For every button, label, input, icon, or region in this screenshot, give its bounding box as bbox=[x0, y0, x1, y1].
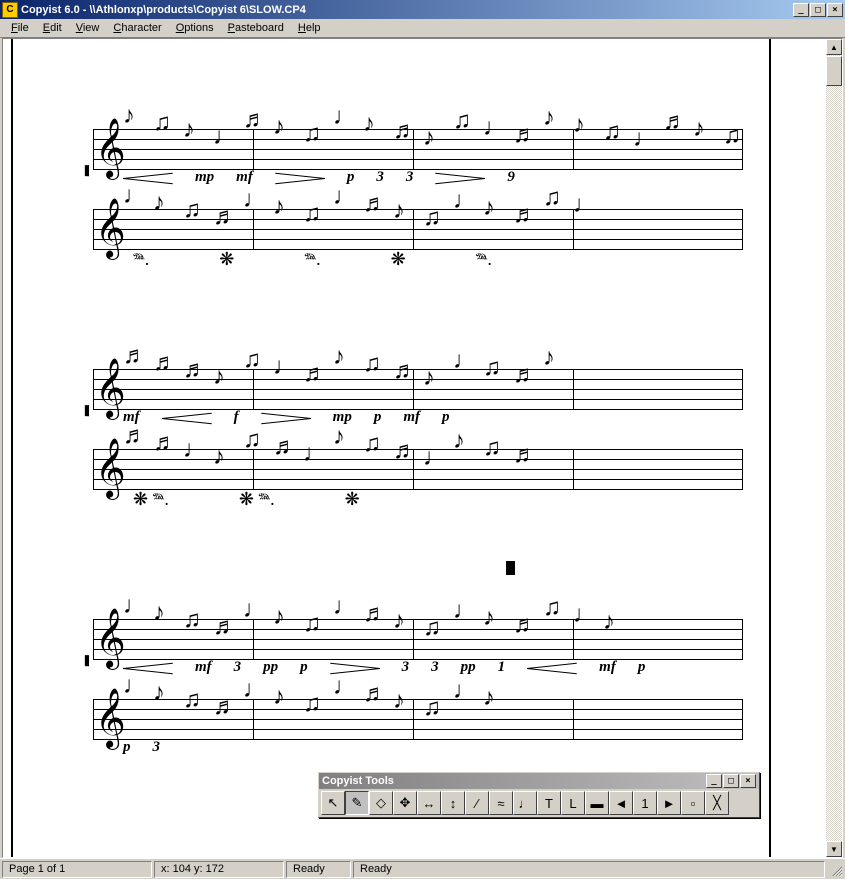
pencil-tool[interactable]: ✎ bbox=[345, 791, 369, 815]
menu-pasteboard[interactable]: Pasteboard bbox=[221, 20, 291, 36]
staff: 𝄞♬♬♩♪♫♬♩♪♫♬♩♪♫♬ bbox=[93, 449, 743, 489]
staff: 𝄞♩♪♫♬♩♪♫♩♬♪♫♩♪ bbox=[93, 699, 743, 739]
pedal-row: 𝆮. ❋ 𝆮. ❋ 𝆮. bbox=[93, 249, 743, 271]
maximize-button[interactable]: □ bbox=[810, 3, 826, 17]
music-system: ⎨𝄞♩♪♫♬♩♪♫♩♬♪♫♩♪♬♫♩♪mf3ppp33pp1mfp𝄞♩♪♫♬♩♪… bbox=[93, 619, 743, 763]
tool-palette-title: Copyist Tools bbox=[322, 775, 394, 787]
dynamics-row: p3 bbox=[93, 739, 743, 763]
palette-minimize-button[interactable]: _ bbox=[706, 774, 722, 788]
scroll-track[interactable] bbox=[826, 55, 842, 841]
move-all-tool[interactable]: ✥ bbox=[393, 791, 417, 815]
staff: 𝄞♩♪♫♬♩♪♫♩♬♪♫♩♪♬♫♩♪ bbox=[93, 619, 743, 659]
menu-bar: FileEditViewCharacterOptionsPasteboardHe… bbox=[0, 19, 845, 38]
pedal-mark-icon: ❋ 𝆮. bbox=[239, 489, 275, 509]
dynamic-mark: 3 bbox=[153, 739, 161, 756]
delete-page-tool[interactable]: ╳ bbox=[705, 791, 729, 815]
tool-palette-titlebar[interactable]: Copyist Tools _ □ × bbox=[319, 773, 759, 789]
minimize-button[interactable]: _ bbox=[793, 3, 809, 17]
next-page-tool[interactable]: ► bbox=[657, 791, 681, 815]
menu-options[interactable]: Options bbox=[169, 20, 221, 36]
palette-close-button[interactable]: × bbox=[740, 774, 756, 788]
beam-tool[interactable]: ▬ bbox=[585, 791, 609, 815]
pedal-row: ❋ 𝆮. ❋ 𝆮. ❋ bbox=[93, 489, 743, 511]
text-T-tool[interactable]: T bbox=[537, 791, 561, 815]
accent-tool[interactable]: ≈ bbox=[489, 791, 513, 815]
system-brace-icon: ⎨ bbox=[75, 369, 89, 511]
system-brace-icon: ⎨ bbox=[75, 619, 89, 763]
status-ready1: Ready bbox=[286, 861, 351, 878]
text-L-tool[interactable]: L bbox=[561, 791, 585, 815]
pedal-mark-icon: 𝆮. bbox=[476, 249, 492, 269]
pedal-mark-icon: 𝆮. bbox=[133, 249, 149, 269]
close-button[interactable]: × bbox=[827, 3, 843, 17]
palette-maximize-button[interactable]: □ bbox=[723, 774, 739, 788]
app-icon: C bbox=[2, 2, 18, 18]
music-system: ⎨𝄞♬♬♬♪♫♩♬♪♫♬♪♩♫♬♪mffmppmfp𝄞♬♬♩♪♫♬♩♪♫♬♩♪♫… bbox=[93, 369, 743, 511]
scroll-down-button[interactable]: ▼ bbox=[826, 841, 842, 857]
new-page-tool[interactable]: ▫ bbox=[681, 791, 705, 815]
pedal-mark-icon: 𝆮. bbox=[304, 249, 320, 269]
music-system: ⎨𝄞♪♫♪♩♬♪♫♩♪♬♪♫♩♬♪♪♫♩♬♪♫mpmfp339𝄞♩♪♫♬♩♪♫♩… bbox=[93, 129, 743, 271]
note-tool[interactable]: ♩ bbox=[513, 791, 537, 815]
pedal-mark-icon: ❋ bbox=[219, 249, 234, 269]
status-bar: Page 1 of 1 x: 104 y: 172 Ready Ready bbox=[0, 858, 845, 879]
dynamic-mark: p bbox=[123, 739, 131, 756]
menu-help[interactable]: Help bbox=[291, 20, 328, 36]
staff: 𝄞♪♫♪♩♬♪♫♩♪♬♪♫♩♬♪♪♫♩♬♪♫ bbox=[93, 129, 743, 169]
prev-page-tool[interactable]: ◄ bbox=[609, 791, 633, 815]
pointer-tool[interactable]: ↖ bbox=[321, 791, 345, 815]
pedal-mark-icon: ❋ bbox=[391, 249, 406, 269]
staff: 𝄞♬♬♬♪♫♩♬♪♫♬♪♩♫♬♪ bbox=[93, 369, 743, 409]
menu-character[interactable]: Character bbox=[106, 20, 168, 36]
status-ready2: Ready bbox=[353, 861, 825, 878]
move-vert-tool[interactable]: ↕ bbox=[441, 791, 465, 815]
document-viewport[interactable]: ⎨𝄞♪♫♪♩♬♪♫♩♪♬♪♫♩♬♪♪♫♩♬♪♫mpmfp339𝄞♩♪♫♬♩♪♫♩… bbox=[3, 39, 826, 857]
eraser-tool[interactable]: ◇ bbox=[369, 791, 393, 815]
client-area: ⎨𝄞♪♫♪♩♬♪♫♩♪♬♪♫♩♬♪♪♫♩♬♪♫mpmfp339𝄞♩♪♫♬♩♪♫♩… bbox=[2, 38, 843, 858]
status-coords: x: 104 y: 172 bbox=[154, 861, 284, 878]
pedal-mark-icon: ❋ 𝆮. bbox=[133, 489, 169, 509]
slash-tool[interactable]: ⁄ bbox=[465, 791, 489, 815]
window-title: Copyist 6.0 - \\Athlonxp\products\Copyis… bbox=[21, 4, 792, 16]
status-page: Page 1 of 1 bbox=[2, 861, 152, 878]
staff: 𝄞♩♪♫♬♩♪♫♩♬♪♫♩♪♬♫♩ bbox=[93, 209, 743, 249]
menu-edit[interactable]: Edit bbox=[36, 20, 69, 36]
page-number-tool[interactable]: 1 bbox=[633, 791, 657, 815]
scroll-thumb[interactable] bbox=[826, 56, 842, 86]
vertical-scrollbar[interactable]: ▲ ▼ bbox=[826, 39, 842, 857]
tool-palette[interactable]: Copyist Tools _ □ × ↖✎◇✥↔↕⁄≈♩TL▬◄1►▫╳ bbox=[318, 772, 760, 818]
menu-view[interactable]: View bbox=[69, 20, 107, 36]
tool-palette-body: ↖✎◇✥↔↕⁄≈♩TL▬◄1►▫╳ bbox=[319, 789, 759, 817]
scroll-up-button[interactable]: ▲ bbox=[826, 39, 842, 55]
system-brace-icon: ⎨ bbox=[75, 129, 89, 271]
music-page: ⎨𝄞♪♫♪♩♬♪♫♩♪♬♪♫♩♬♪♪♫♩♬♪♫mpmfp339𝄞♩♪♫♬♩♪♫♩… bbox=[11, 39, 771, 857]
title-bar: C Copyist 6.0 - \\Athlonxp\products\Copy… bbox=[0, 0, 845, 19]
move-horiz-tool[interactable]: ↔ bbox=[417, 791, 441, 815]
pedal-mark-icon: ❋ bbox=[345, 489, 360, 509]
text-cursor bbox=[506, 561, 515, 575]
menu-file[interactable]: File bbox=[4, 20, 36, 36]
resize-grip[interactable] bbox=[827, 861, 843, 877]
